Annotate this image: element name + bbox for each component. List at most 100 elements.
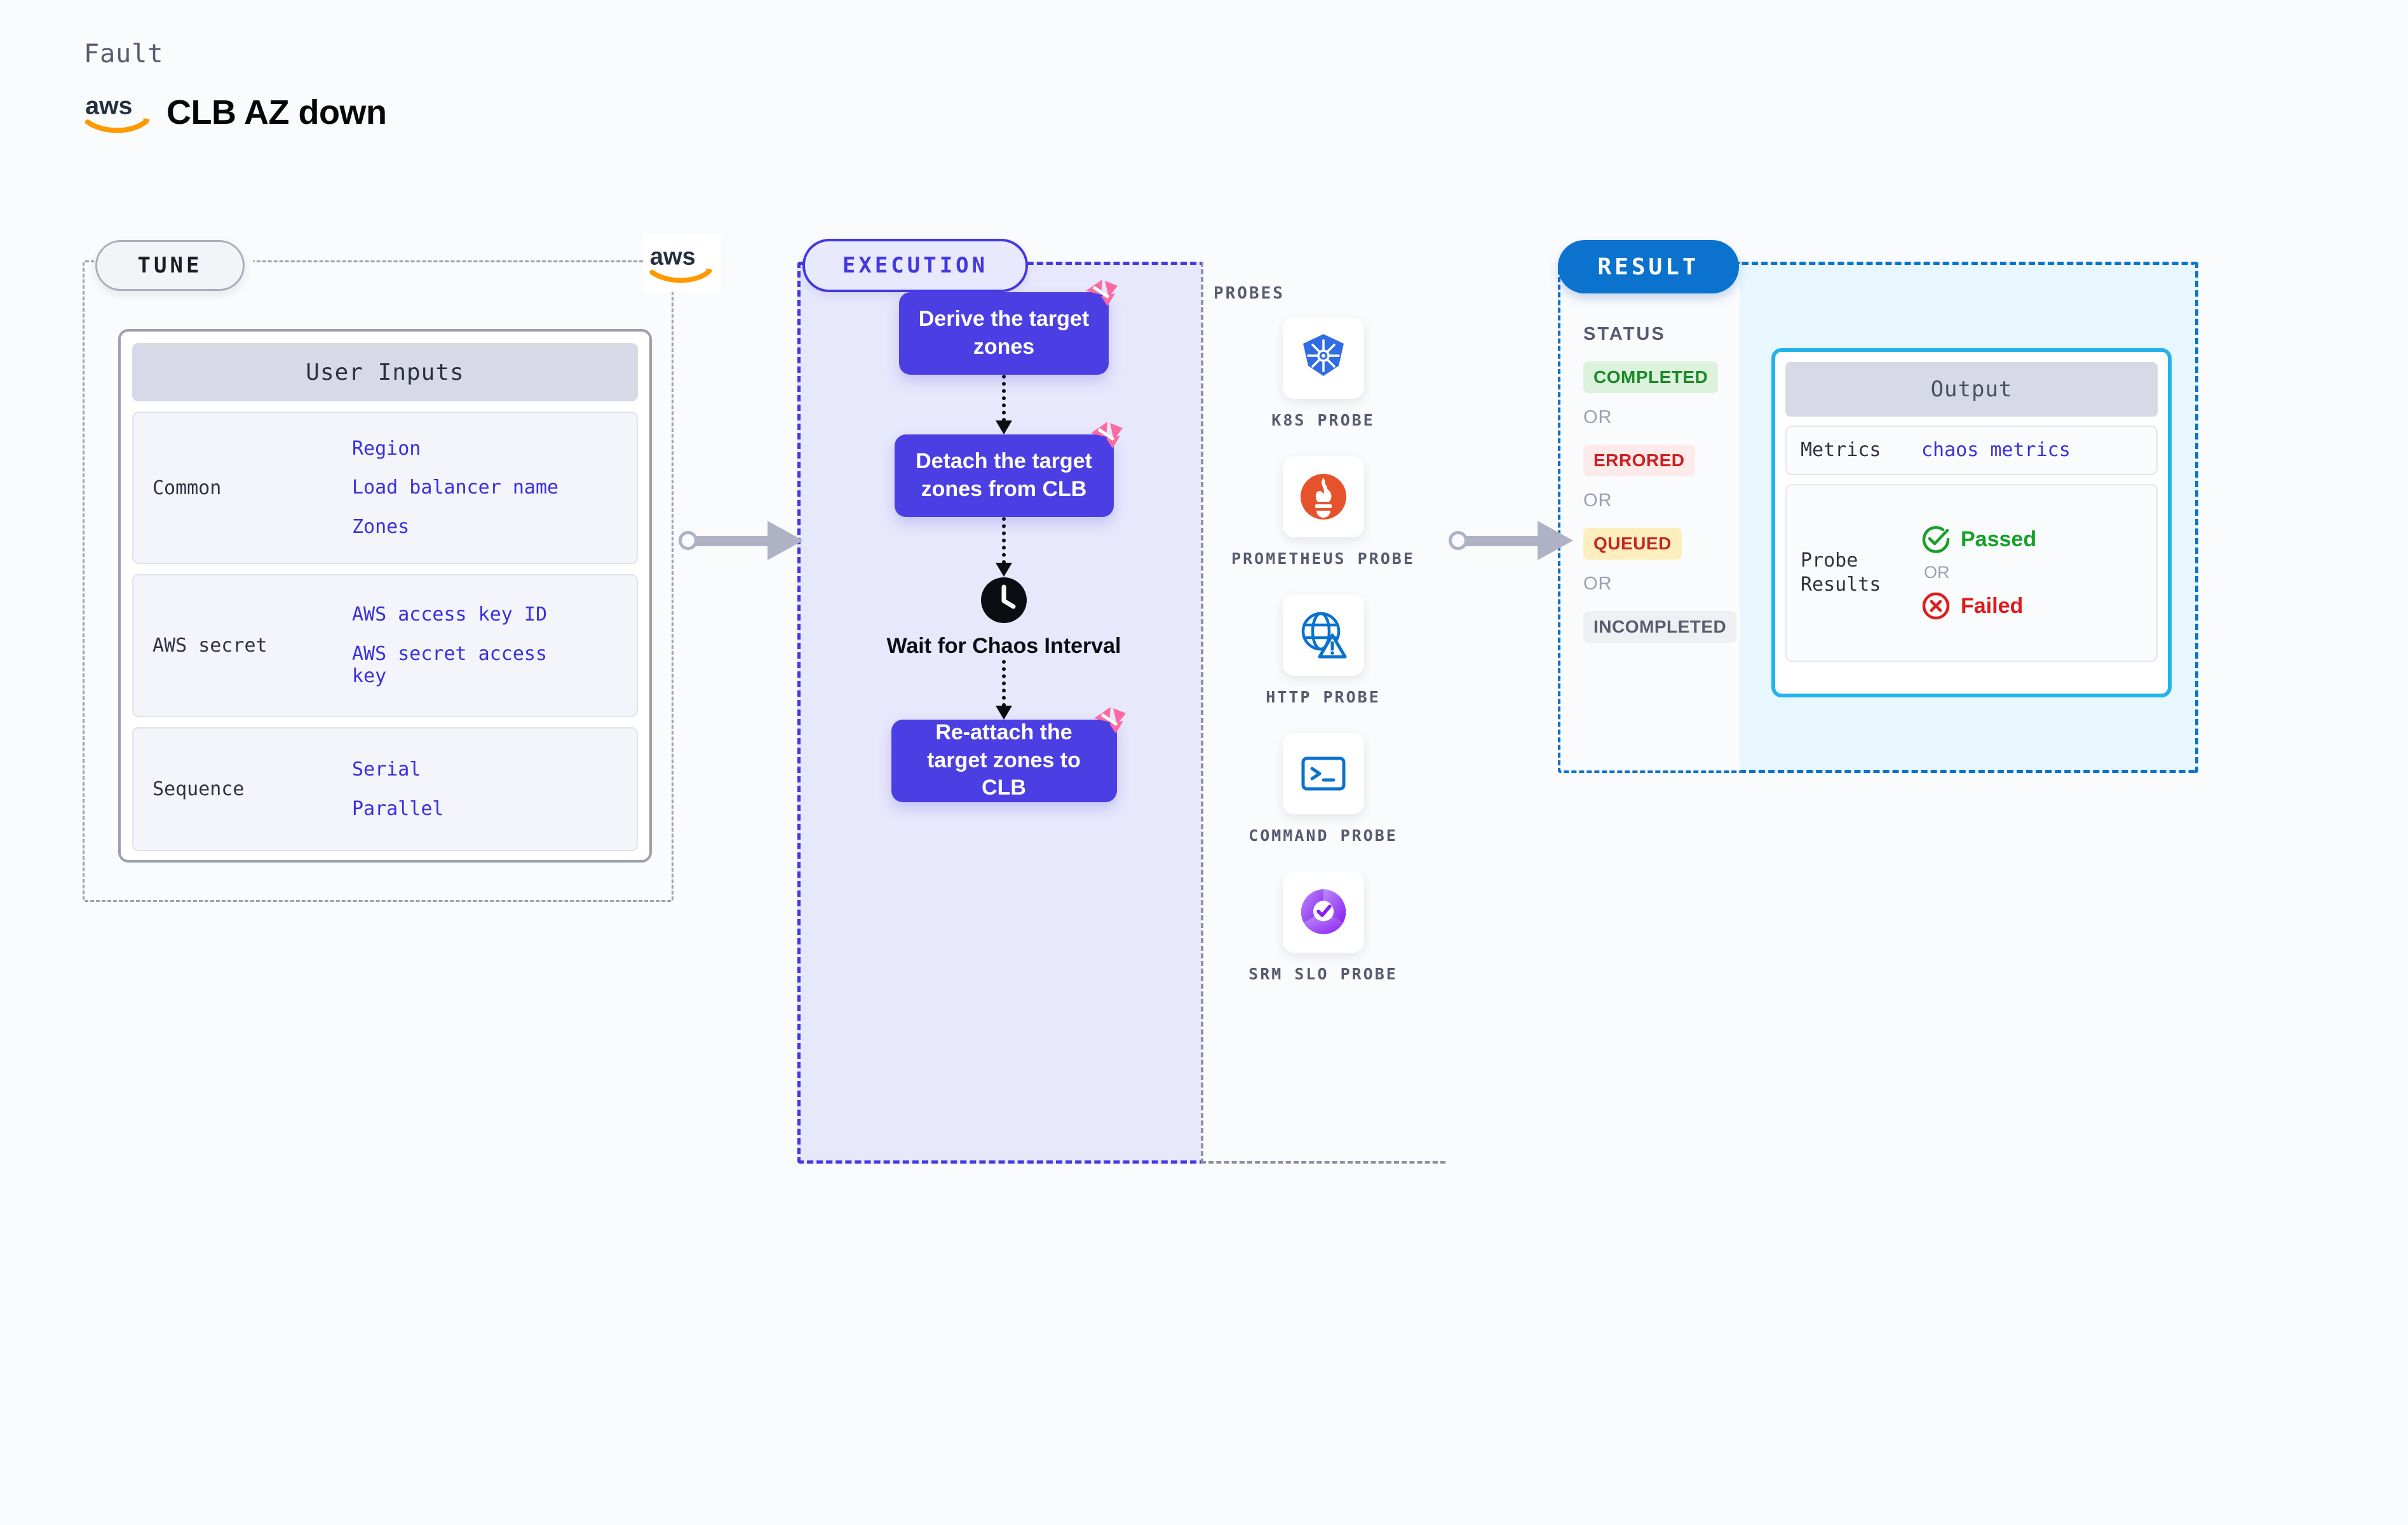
kubernetes-icon [1302, 334, 1344, 376]
input-group-label: Sequence [152, 778, 245, 800]
svg-text:aws: aws [650, 244, 696, 271]
status-column: STATUS COMPLETED OR ERRORED OR QUEUED OR… [1583, 324, 1737, 643]
execution-step-box[interactable]: Re-attach the target zones to CLB [891, 706, 1126, 802]
input-field[interactable]: Region [352, 438, 558, 460]
globe-warning-icon [1301, 612, 1346, 659]
probe-item-k8s[interactable]: K8S PROBE [1210, 318, 1436, 431]
result-pill[interactable]: RESULT [1558, 240, 1739, 293]
probe-label: PROMETHEUS PROBE [1231, 549, 1415, 568]
probes-list: K8S PROBE PROMETHEUS PROBE HTTP PROBE CO… [1210, 318, 1436, 984]
flow-arrow-stem [1002, 659, 1006, 707]
fault-title-row: aws CLB AZ down [84, 91, 387, 133]
output-row-probe-results: Probe Results Passed OR Failed [1785, 483, 2158, 662]
flow-arrow-stem [1002, 517, 1006, 564]
flow-arrow-stem [1002, 375, 1006, 422]
probe-result-passed: Passed [1921, 525, 2036, 554]
probe-label: SRM SLO PROBE [1248, 965, 1398, 983]
input-field[interactable]: Parallel [352, 798, 444, 820]
probe-item-command[interactable]: COMMAND PROBE [1210, 733, 1436, 846]
wait-step-label: Wait for Chaos Interval [886, 634, 1121, 658]
user-inputs-title: User Inputs [132, 343, 638, 401]
connector-bar [1465, 536, 1541, 546]
input-field[interactable]: AWS secret access key [352, 643, 581, 688]
status-badge-errored: ERRORED [1583, 445, 1695, 476]
probe-result-failed: Failed [1921, 591, 2036, 621]
page-header: Fault aws CLB AZ down [84, 39, 387, 133]
output-row-label: Probe Results [1801, 549, 1881, 596]
flow-arrowhead-icon [996, 563, 1012, 577]
srm-slo-icon [1301, 889, 1346, 934]
input-group-sequence: Sequence Serial Parallel [132, 727, 638, 851]
x-circle-icon [1922, 592, 1950, 620]
execution-step-label: Detach the target zones from CLB [916, 449, 1092, 501]
probe-icon-box [1282, 595, 1364, 676]
input-group-aws-secret: AWS secret AWS access key ID AWS secret … [132, 574, 638, 717]
connector-execution-to-result [1449, 516, 1576, 567]
execution-flow: Derive the target zones Detach the targe… [820, 279, 1188, 927]
metrics-value[interactable]: chaos metrics [1921, 439, 2071, 461]
execution-step-box[interactable]: Detach the target zones from CLB [894, 422, 1123, 517]
input-field[interactable]: Zones [352, 516, 558, 538]
input-group-common: Common Region Load balancer name Zones [132, 412, 638, 564]
page-title: CLB AZ down [166, 93, 387, 131]
litmus-ribbon-icon [1090, 422, 1123, 448]
probe-label: COMMAND PROBE [1248, 826, 1398, 845]
terminal-icon [1301, 756, 1345, 791]
probe-result-passed-label: Passed [1961, 527, 2037, 551]
probe-item-srm-slo[interactable]: SRM SLO PROBE [1210, 871, 1436, 984]
prometheus-icon [1300, 474, 1346, 520]
probes-heading: PROBES [1214, 284, 1285, 303]
svg-text:aws: aws [85, 92, 132, 120]
page-kicker: Fault [84, 39, 164, 69]
probe-label: K8S PROBE [1271, 411, 1375, 429]
aws-logo-icon: aws [85, 92, 150, 133]
input-field[interactable]: Serial [352, 758, 444, 781]
probe-item-http[interactable]: HTTP PROBE [1210, 595, 1436, 708]
or-separator: OR [1583, 407, 1613, 427]
input-group-label: AWS secret [152, 635, 267, 657]
flow-arrow [996, 517, 1012, 577]
flow-arrowhead-icon [996, 420, 1012, 434]
litmus-ribbon-icon [1086, 279, 1118, 306]
or-separator: OR [1924, 563, 1950, 582]
connector-tune-to-execution [679, 516, 806, 567]
output-card: Output Metrics chaos metrics Probe Resul… [1771, 348, 2172, 697]
flow-arrow [996, 375, 1012, 434]
execution-pill[interactable]: EXECUTION [802, 239, 1028, 292]
probe-label: HTTP PROBE [1266, 688, 1381, 706]
probe-icon-box [1282, 456, 1364, 537]
status-heading: STATUS [1583, 324, 1666, 344]
probe-icon-box [1282, 733, 1364, 814]
or-separator: OR [1583, 574, 1613, 594]
wait-step: Wait for Chaos Interval [886, 577, 1121, 660]
input-field[interactable]: Load balancer name [352, 476, 558, 499]
connector-bar [695, 536, 771, 546]
check-circle-icon [1922, 526, 1950, 553]
probe-result-failed-label: Failed [1961, 593, 2024, 618]
status-badge-completed: COMPLETED [1583, 361, 1719, 393]
probe-item-prometheus[interactable]: PROMETHEUS PROBE [1210, 456, 1436, 569]
tune-pill[interactable]: TUNE [95, 240, 245, 291]
status-badge-queued: QUEUED [1583, 528, 1682, 560]
output-row-metrics: Metrics chaos metrics [1785, 426, 2158, 475]
litmus-ribbon-icon [1093, 706, 1126, 734]
clock-icon [981, 577, 1027, 623]
input-field[interactable]: AWS access key ID [352, 603, 581, 626]
probe-icon-box [1282, 318, 1364, 399]
execution-step-label: Re-attach the target zones to CLB [927, 720, 1081, 800]
flow-arrow [996, 659, 1012, 720]
execution-step-box[interactable]: Derive the target zones [899, 279, 1118, 375]
execution-step-label: Derive the target zones [918, 307, 1090, 359]
connector-arrowhead-icon [768, 521, 803, 560]
aws-logo-icon: aws [649, 244, 713, 283]
output-row-label: Metrics [1801, 439, 1881, 461]
probe-icon-box [1282, 871, 1364, 953]
output-title: Output [1785, 362, 2158, 417]
connector-arrowhead-icon [1538, 521, 1573, 560]
user-inputs-card: User Inputs Common Region Load balancer … [118, 329, 652, 863]
tune-provider-logo: aws [643, 234, 720, 292]
input-group-label: Common [152, 476, 222, 499]
status-badge-incompleted: INCOMPLETED [1583, 611, 1737, 643]
flow-arrowhead-icon [996, 705, 1012, 720]
or-separator: OR [1583, 490, 1613, 511]
